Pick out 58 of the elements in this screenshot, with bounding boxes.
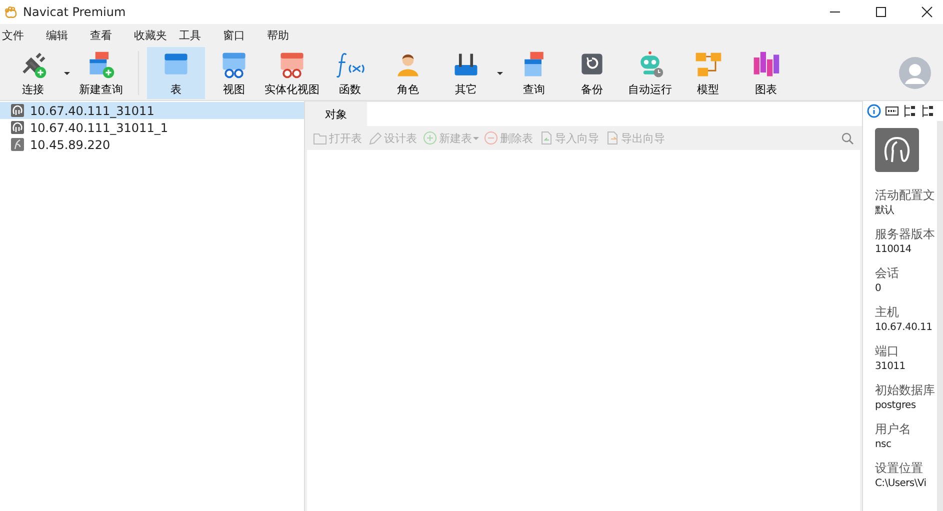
info-label: 会话 <box>875 266 900 281</box>
toolbar-button[interactable]: 查询 <box>505 47 563 99</box>
toolbar-button[interactable]: 备份 <box>563 47 621 99</box>
toolbar-button[interactable]: 连接 <box>4 47 62 99</box>
search-icon[interactable] <box>841 132 854 144</box>
info-value: nsc <box>875 438 892 452</box>
toolbar-button[interactable]: 视图 <box>205 47 263 99</box>
info-label: 活动配置文 <box>875 188 936 203</box>
menu-item[interactable]: 编辑 <box>44 28 88 42</box>
export-icon <box>605 131 619 145</box>
caret-icon[interactable] <box>64 72 70 74</box>
toolbar-button[interactable]: 自动运行 <box>621 47 679 99</box>
info-icon[interactable] <box>867 104 881 118</box>
info-label: 主机 <box>875 305 900 320</box>
info-label: 端口 <box>875 344 900 359</box>
toolbar-button[interactable]: 表 <box>147 47 205 99</box>
menu-item[interactable]: 工具 <box>177 28 221 42</box>
toolbar-button[interactable]: 函数 <box>321 47 379 99</box>
toolbar-button[interactable]: 模型 <box>679 47 737 99</box>
menu-item[interactable]: 帮助 <box>265 28 309 42</box>
toolbar-button[interactable]: 图表 <box>737 47 795 99</box>
bar-chart-icon <box>751 50 781 80</box>
maximize-icon[interactable] <box>875 6 887 18</box>
tab[interactable]: 对象 <box>305 102 367 126</box>
connection-item[interactable]: 10.67.40.111_31011_1 <box>0 119 304 136</box>
toolbar-button[interactable]: 其它 <box>437 47 495 99</box>
menu-item[interactable]: 文件 <box>0 28 44 42</box>
close-icon[interactable] <box>921 6 933 18</box>
info-label: 服务器版本 <box>875 227 936 242</box>
toolbar-button[interactable]: 新建查询 <box>72 47 130 99</box>
toolbar-button[interactable]: 实体化视图 <box>263 47 321 99</box>
hierarchy-icon[interactable] <box>921 104 935 118</box>
connection-item[interactable]: 10.67.40.111_31011 <box>0 102 304 119</box>
info-label: 初始数据库 <box>875 383 936 398</box>
info-value: 默认 <box>875 204 896 218</box>
info-value: 10.67.40.11 <box>875 321 934 335</box>
info-value: C:\Users\Vi <box>875 477 928 491</box>
pencil-icon <box>368 131 382 145</box>
info-value: 0 <box>875 282 882 296</box>
minus-icon <box>484 131 498 145</box>
connection-item[interactable]: 10.45.89.220 <box>0 136 304 153</box>
hierarchy-icon[interactable] <box>903 104 917 118</box>
menu-item[interactable]: 收藏夹 <box>132 28 177 42</box>
window-title: Navicat Premium <box>23 5 126 19</box>
menu-item[interactable]: 窗口 <box>221 28 265 42</box>
folder-icon <box>313 131 327 145</box>
import-icon <box>539 131 553 145</box>
ddl-icon[interactable] <box>885 104 899 118</box>
info-label: 设置位置 <box>875 461 924 476</box>
info-label: 用户名 <box>875 422 912 437</box>
toolbar-button[interactable]: 角色 <box>379 47 437 99</box>
info-value: 110014 <box>875 243 912 257</box>
caret-icon[interactable] <box>497 72 503 74</box>
info-value: 31011 <box>875 360 906 374</box>
info-value: postgres <box>875 399 917 413</box>
paw-logo-icon <box>4 5 18 19</box>
plus-icon <box>423 131 437 145</box>
menu-item[interactable]: 查看 <box>88 28 132 42</box>
